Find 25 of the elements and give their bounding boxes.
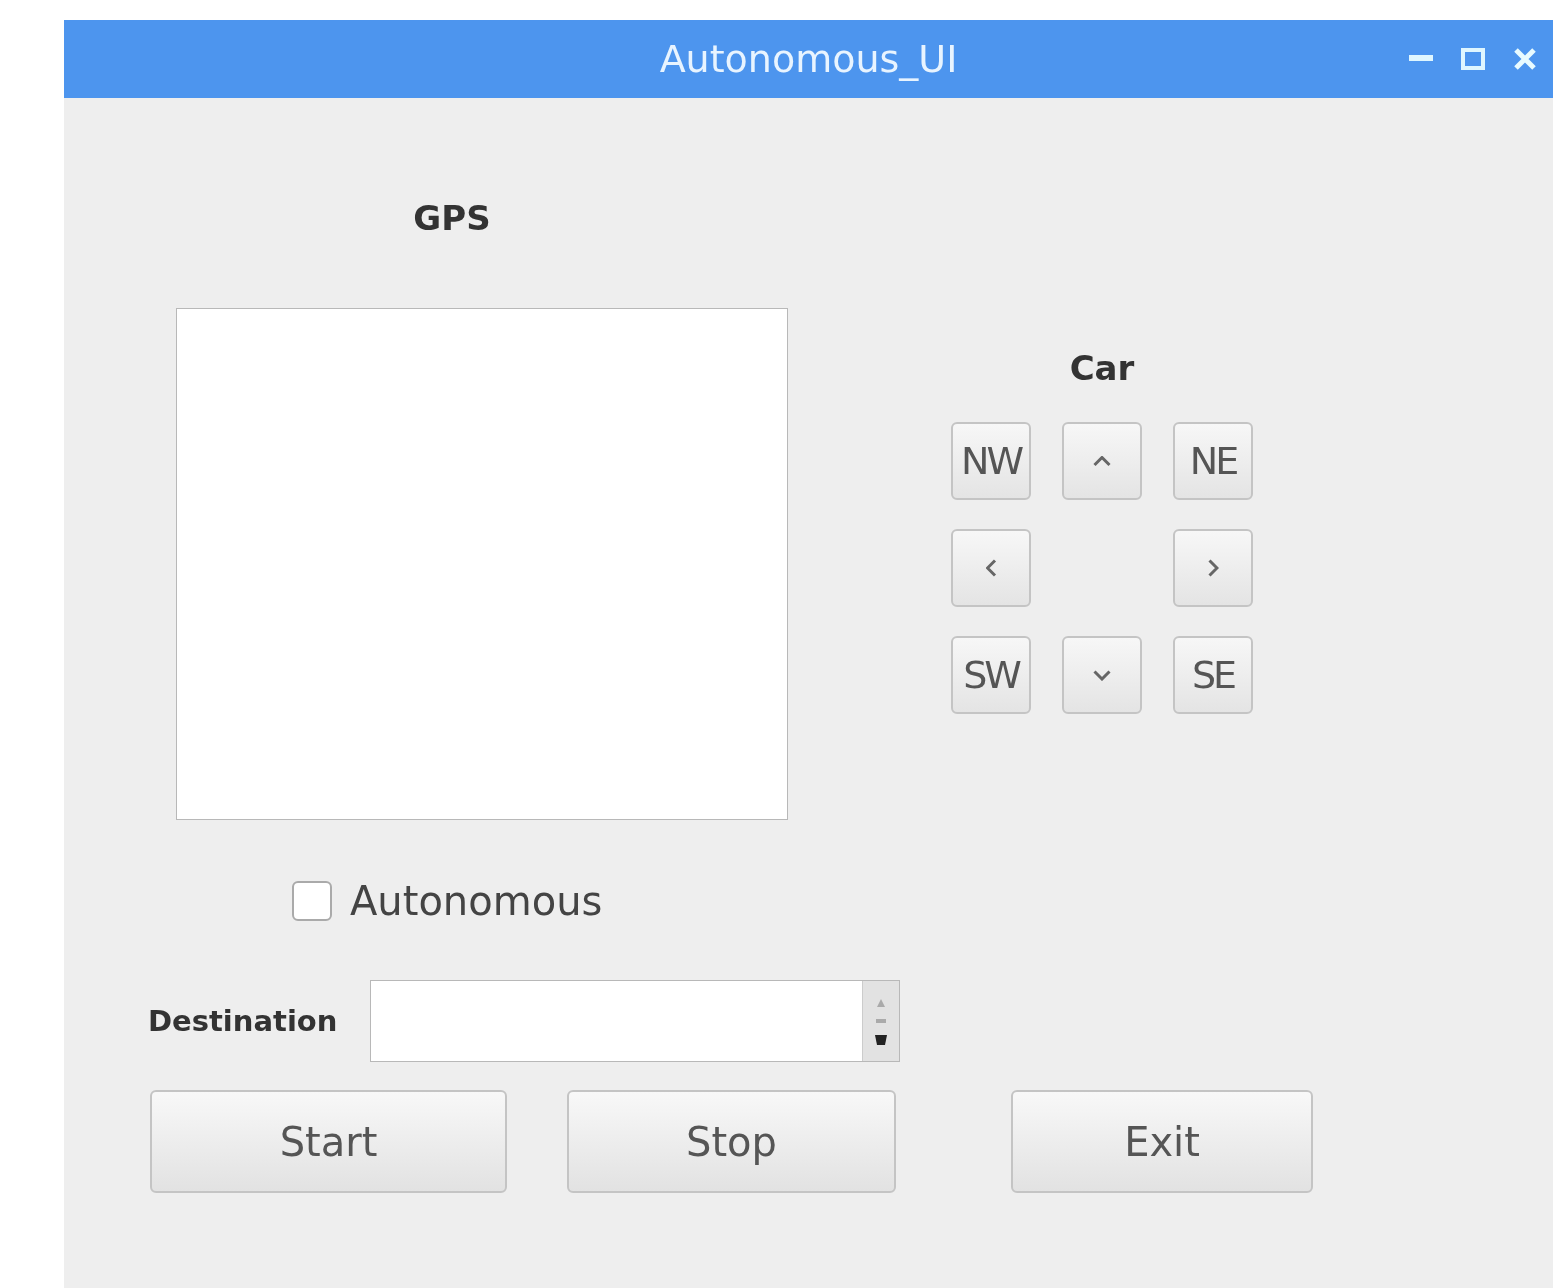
action-button[interactable]: Start — [150, 1090, 507, 1193]
car-label: Car — [1069, 348, 1135, 388]
minimize-icon[interactable] — [1409, 55, 1433, 63]
direction-button[interactable]: SE — [1173, 636, 1253, 714]
arrow-button[interactable] — [951, 529, 1031, 607]
window-title: Autonomous_UI — [659, 37, 958, 81]
chevron-left-icon — [985, 559, 997, 577]
close-icon[interactable] — [1513, 47, 1537, 71]
action-button[interactable]: Exit — [1011, 1090, 1313, 1193]
gps-label: GPS — [413, 198, 491, 238]
direction-button[interactable]: NW — [951, 422, 1031, 500]
autonomous-label: Autonomous — [350, 878, 603, 924]
arrow-button[interactable] — [1062, 422, 1142, 500]
action-button[interactable]: Stop — [567, 1090, 896, 1193]
arrow-button[interactable] — [1173, 529, 1253, 607]
destination-field[interactable] — [370, 980, 900, 1062]
destination-label: Destination — [148, 1004, 339, 1038]
direction-button[interactable]: NE — [1173, 422, 1253, 500]
arrow-button[interactable] — [1062, 636, 1142, 714]
chevron-right-icon — [1207, 559, 1219, 577]
autonomous-checkbox[interactable] — [292, 881, 332, 921]
chevron-down-icon — [1093, 669, 1111, 681]
maximize-icon[interactable] — [1461, 48, 1485, 70]
chevron-up-icon — [1093, 455, 1111, 467]
direction-button[interactable]: SW — [951, 636, 1031, 714]
